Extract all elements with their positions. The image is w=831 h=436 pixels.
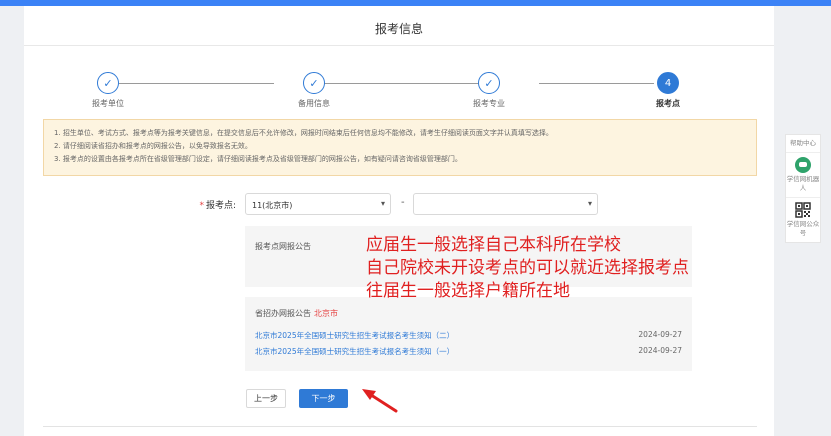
province-select-value: 11(北京市) [252,201,293,210]
step-major: ✓ 报考专业 [449,72,529,109]
site-announcement-header: 报考点网报公告 [255,242,311,251]
announcement-date: 2024-09-27 [638,330,682,339]
divider [43,426,757,427]
annotation-line: 应届生一般选择自己本科所在学校 [366,235,621,255]
annotation-text: 应届生一般选择自己本科所在学校 自己院校未开设考点的可以就近选择报考点 往届生一… [366,234,689,303]
chevron-down-icon: ▾ [587,199,592,208]
province-announcement-box: 省招办网报公告 北京市 北京市2025年全国硕士研究生招生考试报名考生须知（二） … [245,297,692,371]
check-icon: ✓ [303,72,325,94]
help-center-label: 帮助中心 [790,139,816,147]
prev-button[interactable]: 上一步 [246,389,286,408]
province-city: 北京市 [314,309,338,318]
step-label: 备用信息 [298,99,330,108]
exam-site-label-text: 报考点: [205,201,236,211]
red-arrow-icon [362,389,398,413]
check-icon: ✓ [97,72,119,94]
exam-site-select[interactable]: ▾ [413,193,598,215]
province-announcement-title: 省招办网报公告 [255,309,311,318]
step-exam-site: 4 报考点 [628,72,708,109]
help-center-button[interactable]: 帮助中心 [786,135,820,153]
announcement-item[interactable]: 北京市2025年全国硕士研究生招生考试报名考生须知（一） 2024-09-27 [255,346,682,357]
notice-line: 3. 报考点的设置由各报考点所在省级管理部门设定，请仔细阅读报考点及省级管理部门… [54,155,462,163]
floating-sidebar: 帮助中心 学信网机器人 学信网公众号 [785,134,821,243]
step-report-unit: ✓ 报考单位 [68,72,148,109]
exam-site-row: * 报考点: 11(北京市) ▾ - ▾ [24,193,774,217]
annotation-line: 自己院校未开设考点的可以就近选择报考点 [366,258,689,278]
wechat-account-button[interactable]: 学信网公众号 [786,198,820,242]
step-progress: ✓ 报考单位 ✓ 备用信息 ✓ 报考专业 4 报考点 [24,72,774,112]
notice-line: 1. 招生单位、考试方式、报考点等为报考关键信息，在提交信息后不允许修改，网报时… [54,129,553,137]
step-number-badge: 4 [657,72,679,94]
exam-site-label: * 报考点: [184,198,236,211]
province-select[interactable]: 11(北京市) ▾ [245,193,391,215]
next-button[interactable]: 下一步 [299,389,348,408]
page-title: 报考信息 [24,12,774,46]
step-label: 报考单位 [92,99,124,108]
step-label: 报考专业 [473,99,505,108]
announcement-link[interactable]: 北京市2025年全国硕士研究生招生考试报名考生须知（一） [255,347,454,356]
select-separator: - [401,197,405,208]
robot-button[interactable]: 学信网机器人 [786,153,820,198]
check-icon: ✓ [478,72,500,94]
announcement-item[interactable]: 北京市2025年全国硕士研究生招生考试报名考生须知（二） 2024-09-27 [255,330,682,341]
notice-box: 1. 招生单位、考试方式、报考点等为报考关键信息，在提交信息后不允许修改，网报时… [43,119,757,176]
notice-line: 2. 请仔细阅读省招办和报考点的网报公告，以免导致报名无效。 [54,142,252,150]
annotation-line: 往届生一般选择户籍所在地 [366,281,570,301]
chevron-down-icon: ▾ [380,199,385,208]
province-announcement-header: 省招办网报公告 北京市 [255,308,338,319]
announcement-date: 2024-09-27 [638,346,682,355]
wechat-account-label: 学信网公众号 [786,220,820,237]
robot-label: 学信网机器人 [786,175,820,192]
qr-code-icon [795,202,811,218]
step-backup-info: ✓ 备用信息 [274,72,354,109]
robot-icon [795,157,811,173]
main-panel: 报考信息 ✓ 报考单位 ✓ 备用信息 ✓ 报考专业 4 报考点 1. 招生单位、… [24,6,774,436]
announcement-link[interactable]: 北京市2025年全国硕士研究生招生考试报名考生须知（二） [255,331,454,340]
step-label: 报考点 [656,99,680,108]
required-mark: * [199,201,204,211]
